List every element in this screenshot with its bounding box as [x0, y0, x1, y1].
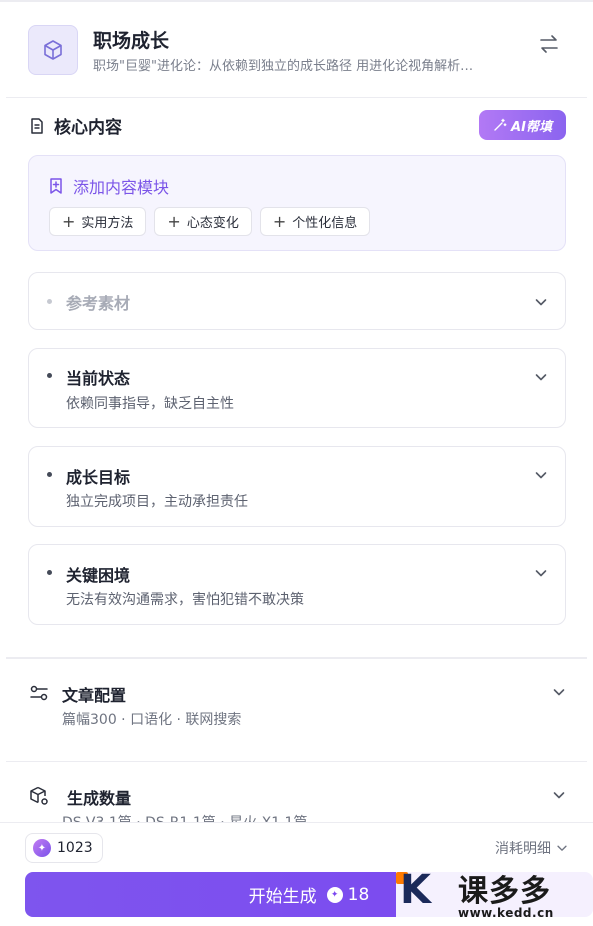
document-icon [31, 117, 43, 134]
chip-mindset-change[interactable]: + 心态变化 [154, 207, 252, 236]
section-divider [6, 657, 587, 659]
plus-icon: + [167, 211, 181, 231]
cube-icon [28, 25, 78, 75]
add-module-label: 添加内容模块 [73, 178, 170, 197]
bullet-dot [47, 570, 52, 575]
bullet-dot [47, 472, 52, 477]
balance-value: 1023 [57, 840, 93, 856]
chevron-down-icon [535, 570, 547, 577]
card-title: 成长目标 [66, 468, 131, 487]
add-module-panel: 添加内容模块 + 实用方法 + 心态变化 + 个性化信息 [28, 155, 566, 251]
chevron-down-icon [553, 689, 565, 696]
logo-mark: K [400, 867, 431, 913]
article-config-summary: 篇幅300 · 口语化 · 联网搜索 [62, 712, 242, 728]
article-config-title: 文章配置 [62, 686, 127, 705]
page-title: 职场成长 [93, 30, 170, 52]
module-chips: + 实用方法 + 心态变化 + 个性化信息 [49, 207, 371, 236]
card-value: 无法有效沟通需求，害怕犯错不敢决策 [66, 592, 304, 608]
bookmark-plus-icon [50, 178, 62, 194]
bullet-dot [47, 299, 52, 304]
card-key-dilemma[interactable]: 关键困境 无法有效沟通需求，害怕犯错不敢决策 [28, 544, 566, 625]
card-title: 参考素材 [66, 294, 131, 313]
article-config-row[interactable]: 文章配置 篇幅300 · 口语化 · 联网搜索 [6, 661, 587, 761]
box-gear-icon [30, 786, 48, 805]
watermark-brand: 课多多 [458, 874, 551, 909]
card-title: 当前状态 [66, 369, 131, 388]
bullet-dot [47, 373, 52, 378]
chip-label: 心态变化 [186, 216, 239, 231]
chevron-down-icon [557, 845, 567, 851]
cost-detail-toggle[interactable]: 消耗明细 [495, 838, 569, 858]
chip-personal-info[interactable]: + 个性化信息 [259, 207, 371, 236]
generate-cost-value: 18 [347, 884, 370, 905]
plus-icon: + [62, 211, 76, 231]
core-content-label: 核心内容 [54, 118, 122, 138]
card-title: 关键困境 [66, 566, 131, 585]
sliders-icon [30, 685, 48, 701]
plus-icon: + [272, 211, 287, 231]
core-content-heading: 核心内容 [28, 113, 122, 138]
generate-cost: ✦ 18 [326, 884, 370, 905]
chip-label: 个性化信息 [292, 216, 358, 231]
page-subtitle: 职场"巨婴"进化论：从依赖到独立的成长路径 用进化论视角解析… [93, 59, 474, 74]
ai-fill-button[interactable]: AI帮填 [479, 110, 566, 140]
row-divider [6, 761, 587, 762]
ai-fill-label: AI帮填 [511, 119, 552, 135]
page-header: 职场成长 职场"巨婴"进化论：从依赖到独立的成长路径 用进化论视角解析… [6, 2, 587, 98]
card-current-state[interactable]: 当前状态 依赖同事指导，缺乏自主性 [28, 348, 566, 428]
coin-icon: ✦ [33, 839, 51, 857]
card-value: 独立完成项目，主动承担责任 [66, 494, 248, 510]
balance-badge: ✦ 1023 [25, 833, 103, 863]
swap-arrows-icon[interactable] [537, 32, 561, 56]
coin-icon: ✦ [326, 886, 343, 903]
card-value: 依赖同事指导，缺乏自主性 [66, 396, 234, 412]
card-growth-goal[interactable]: 成长目标 独立完成项目，主动承担责任 [28, 446, 566, 527]
chevron-down-icon [535, 299, 547, 306]
card-reference-material[interactable]: 参考素材 [28, 272, 566, 330]
generate-label: 开始生成 [248, 887, 317, 907]
add-module-title[interactable]: 添加内容模块 [47, 174, 169, 198]
cost-detail-label: 消耗明细 [495, 841, 551, 857]
chip-label: 实用方法 [81, 216, 134, 231]
chevron-down-icon [535, 374, 547, 381]
watermark-url: www.kedd.cn [458, 906, 554, 920]
generate-count-title: 生成数量 [67, 789, 132, 808]
chevron-down-icon [535, 472, 547, 479]
magic-wand-icon [494, 118, 507, 131]
watermark-logo: K 课多多 www.kedd.cn [396, 864, 593, 926]
chip-practical-methods[interactable]: + 实用方法 [49, 207, 147, 236]
chevron-down-icon [553, 792, 565, 799]
